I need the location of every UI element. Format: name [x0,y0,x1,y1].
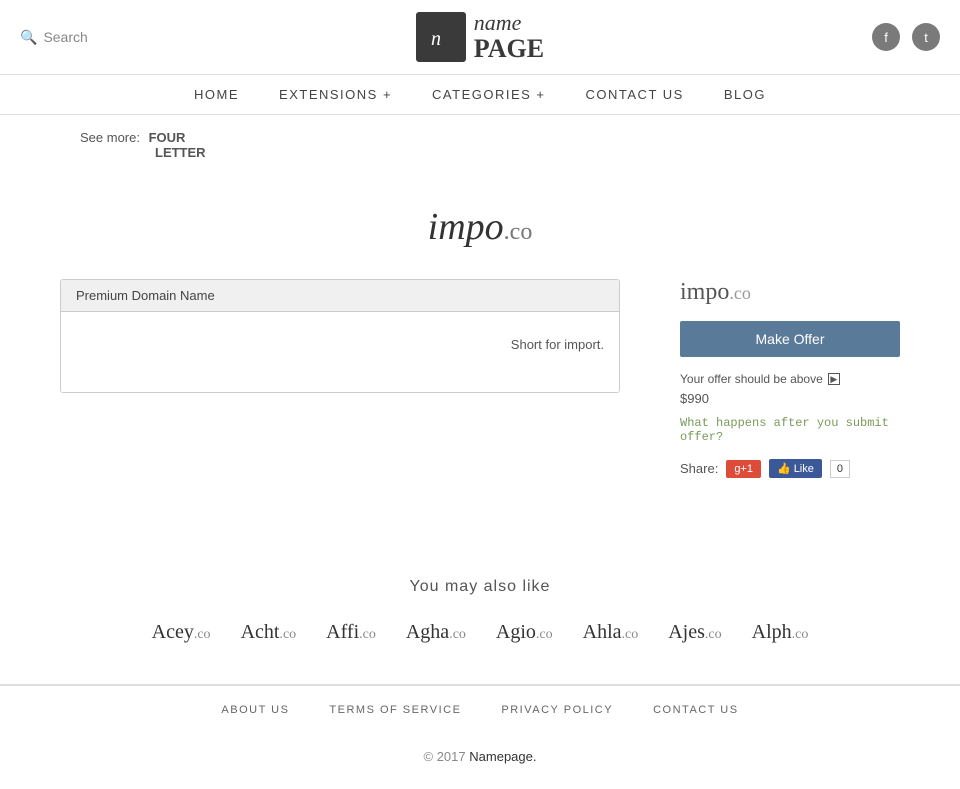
offer-amount: $990 [680,391,900,406]
also-like-section: You may also like Acey.co Acht.co Affi.c… [0,578,960,644]
nav-blog[interactable]: BLOG [724,87,766,102]
nav-contact[interactable]: CONTACT US [586,87,684,102]
facebook-icon[interactable]: f [872,23,900,51]
footer-about[interactable]: ABOUT US [221,704,289,716]
nav-home[interactable]: HOME [194,87,239,102]
fb-thumb-icon: 👍 [777,462,791,475]
list-item[interactable]: Acey.co [152,621,211,644]
brand-link[interactable]: Namepage. [469,749,536,764]
left-panel: Premium Domain Name Short for import. [60,279,620,393]
share-row: Share: g+1 👍 Like 0 [680,459,900,478]
make-offer-button[interactable]: Make Offer [680,321,900,357]
domain-title-right: impo.co [680,279,900,306]
main-content: impo.co Premium Domain Name Short for im… [0,175,960,528]
also-like-title: You may also like [60,578,900,596]
logo-name-text: name [474,11,544,35]
main-nav: HOME EXTENSIONS + CATEGORIES + CONTACT U… [0,75,960,115]
domain-card: Premium Domain Name Short for import. [60,279,620,393]
domain-card-body: Short for import. [61,312,619,392]
logo-text: name PAGE [474,11,544,64]
domain-card-header: Premium Domain Name [61,280,619,312]
domain-tld-right: .co [729,283,751,303]
domain-name-large: impo.co [428,206,533,248]
domain-name-right: impo [680,279,729,305]
domain-display: impo.co [60,205,900,249]
gplus-button[interactable]: g+1 [726,460,761,478]
breadcrumb-line2[interactable]: LETTER [155,145,206,160]
offer-info: Your offer should be above ▶ [680,372,900,386]
copyright-year: © 2017 [424,749,466,764]
domain-name-part: impo [428,206,504,248]
breadcrumb: See more: FOUR LETTER [0,115,960,175]
list-item[interactable]: Ajes.co [668,621,721,644]
breadcrumb-prefix: See more: [80,130,140,145]
breadcrumb-line1[interactable]: FOUR [149,130,186,145]
social-icons: f t [872,23,940,51]
logo-page-text: PAGE [474,35,544,64]
search-area[interactable]: 🔍 Search [20,29,88,46]
offer-link[interactable]: What happens after you submit offer? [680,416,900,444]
offer-prefix: Your offer should be above [680,372,823,386]
domain-tld-part: .co [504,219,533,245]
svg-text:n: n [431,28,441,50]
footer-copyright: © 2017 Namepage. [0,734,960,789]
fb-count: 0 [830,460,850,478]
logo-svg: n [427,23,455,51]
content-row: Premium Domain Name Short for import. im… [60,279,900,478]
nav-categories[interactable]: CATEGORIES + [432,87,545,102]
nav-extensions[interactable]: EXTENSIONS + [279,87,392,102]
footer-nav: ABOUT US TERMS OF SERVICE PRIVACY POLICY… [0,685,960,734]
search-label[interactable]: Search [43,29,87,45]
domain-list: Acey.co Acht.co Affi.co Agha.co Agio.co … [60,621,900,644]
right-panel: impo.co Make Offer Your offer should be … [680,279,900,478]
footer-privacy[interactable]: PRIVACY POLICY [501,704,613,716]
fb-like-label: Like [794,463,814,475]
list-item[interactable]: Agio.co [496,621,553,644]
search-icon: 🔍 [20,29,37,46]
fb-like-button[interactable]: 👍 Like [769,459,822,478]
twitter-icon[interactable]: t [912,23,940,51]
domain-description: Short for import. [76,337,604,352]
list-item[interactable]: Ahla.co [583,621,639,644]
logo-icon: n [416,12,466,62]
list-item[interactable]: Acht.co [241,621,297,644]
logo[interactable]: n name PAGE [416,11,544,64]
list-item[interactable]: Affi.co [326,621,376,644]
list-item[interactable]: Agha.co [406,621,466,644]
header: 🔍 Search n name PAGE f t [0,0,960,75]
footer-terms[interactable]: TERMS OF SERVICE [329,704,461,716]
footer-contact[interactable]: CONTACT US [653,704,739,716]
share-label: Share: [680,461,718,476]
list-item[interactable]: Alph.co [752,621,809,644]
offer-arrow-icon: ▶ [828,373,840,385]
